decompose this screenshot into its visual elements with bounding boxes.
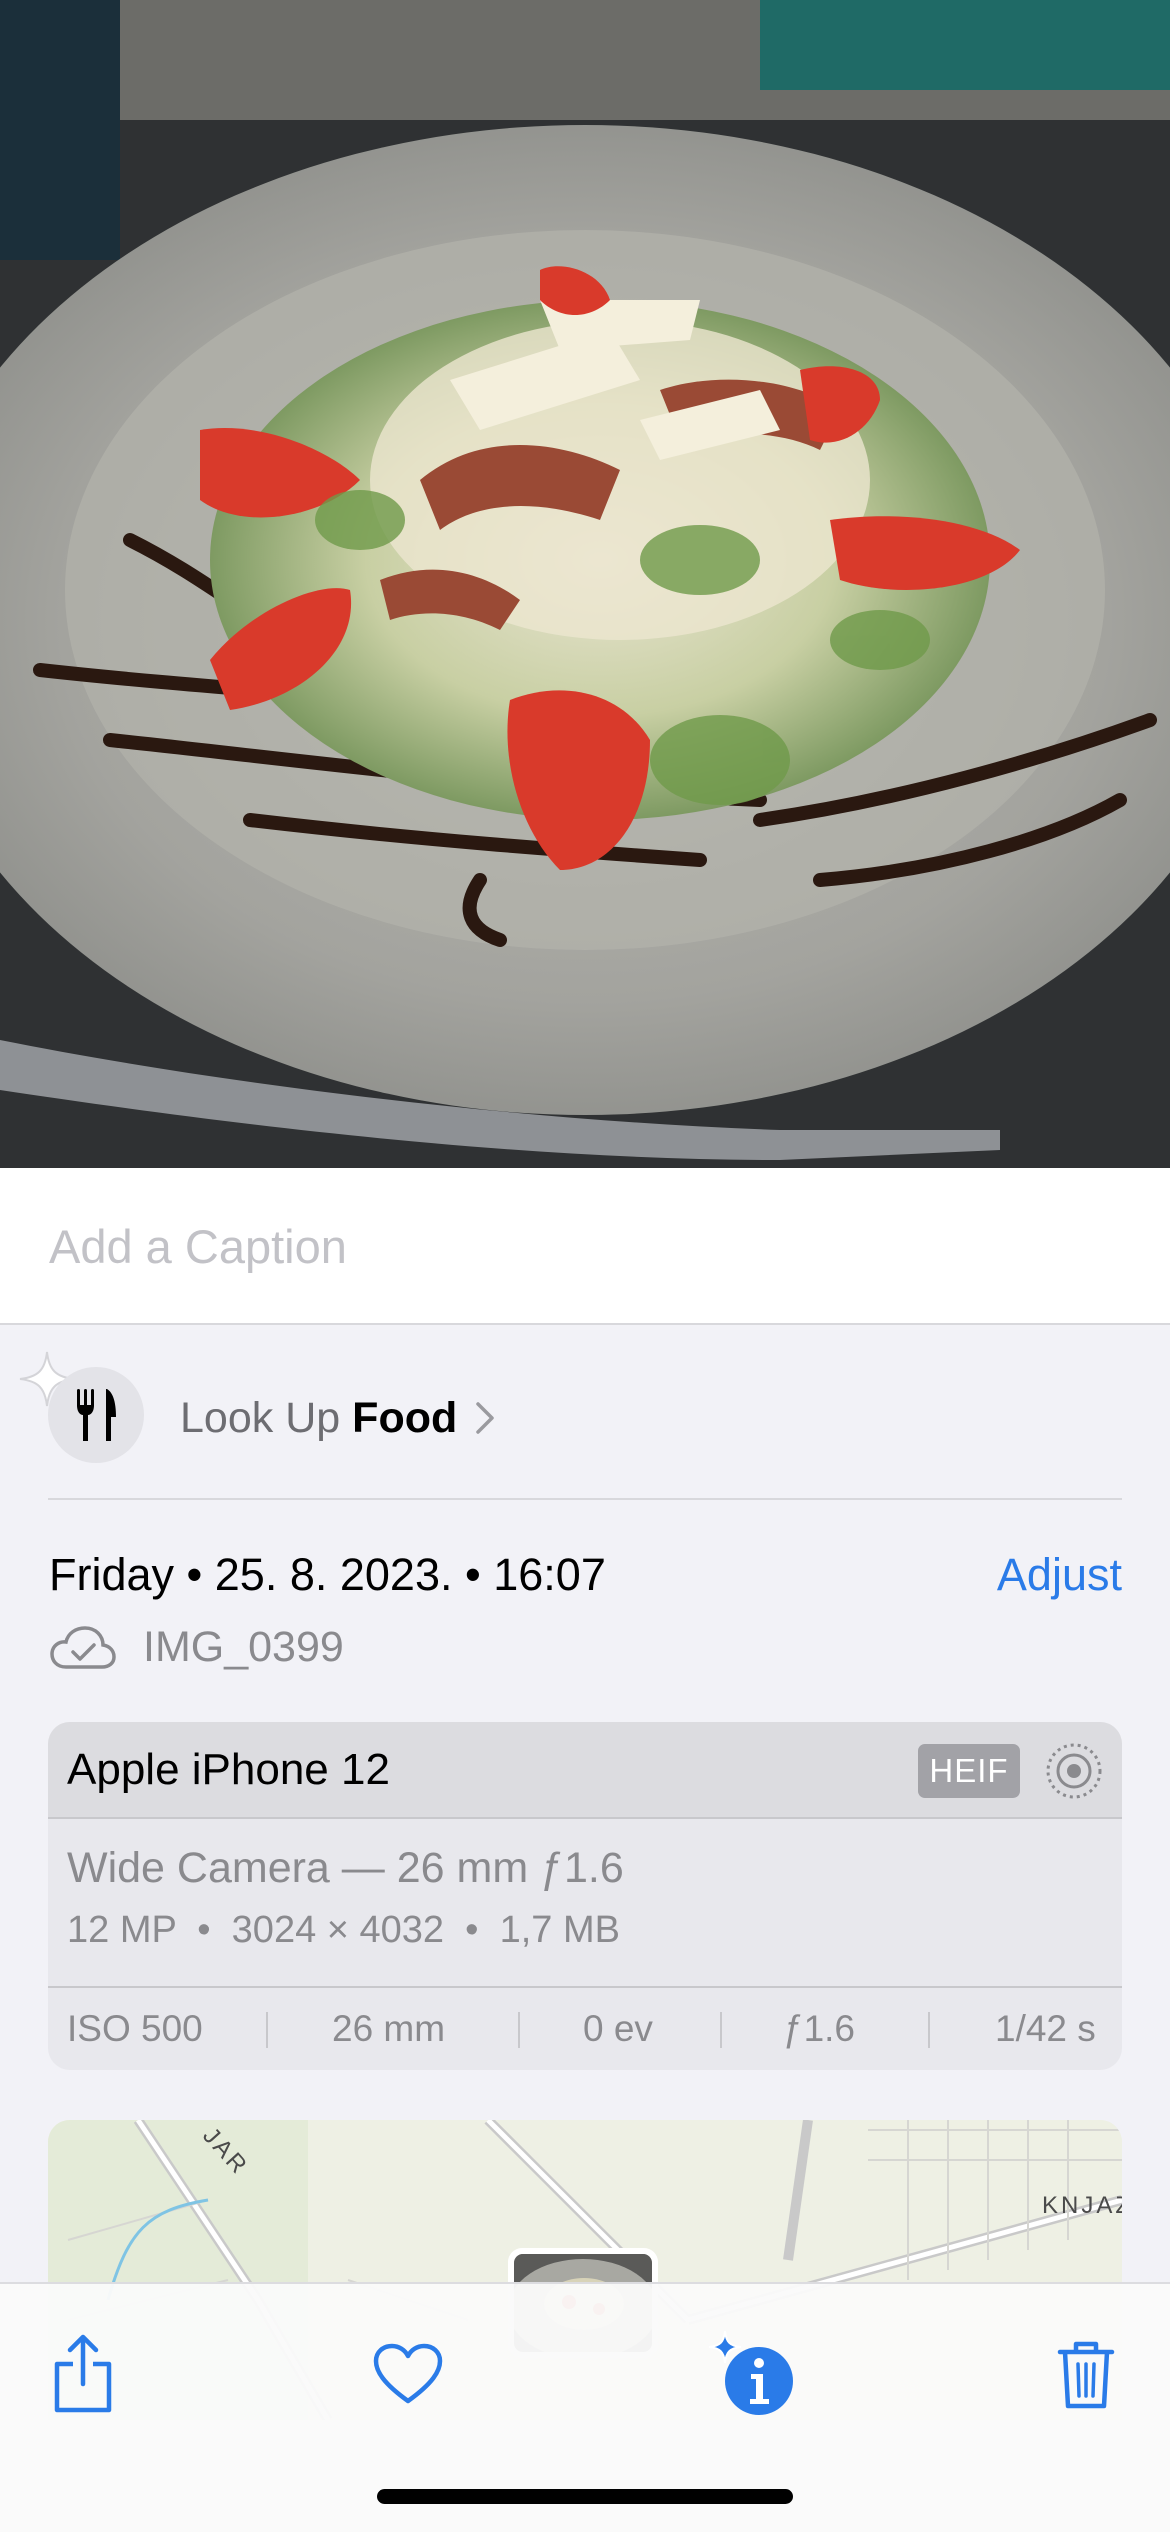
exif-separator: [266, 2012, 268, 2048]
share-button[interactable]: [33, 2324, 133, 2424]
exif-focal-length: 26 mm: [332, 2008, 446, 2049]
exif-row: ISO 500 26 mm 0 ev ƒ1.6 1/42 s: [48, 1988, 1122, 2070]
info-sparkle-icon: [708, 2330, 793, 2415]
map-label-district: KNJAZ: [1042, 2192, 1122, 2219]
exif-exposure: 0 ev: [583, 2008, 653, 2049]
exif-shutter-speed: 1/42 s: [995, 2008, 1096, 2049]
caption-area: [0, 1168, 1170, 1325]
home-indicator[interactable]: [377, 2489, 793, 2504]
camera-lens: Wide Camera — 26 mm ƒ1.6: [67, 1844, 624, 1892]
divider: [48, 1498, 1122, 1500]
info-button[interactable]: [700, 2324, 810, 2424]
format-badge: HEIF: [918, 1744, 1020, 1798]
favorite-button[interactable]: [358, 2324, 458, 2424]
device-info-card: Apple iPhone 12 HEIF Wide Camera — 26 mm…: [48, 1722, 1122, 2070]
image-specs: 12 MP • 3024 × 4032 • 1,7 MB: [67, 1909, 620, 1951]
chevron-right-icon: [476, 1402, 494, 1434]
delete-button[interactable]: [1036, 2324, 1136, 2424]
photo-date: Friday • 25. 8. 2023. • 16:07: [49, 1549, 606, 1600]
caption-input[interactable]: [49, 1214, 1119, 1278]
exif-separator: [720, 2012, 722, 2048]
lookup-icon-circle[interactable]: [48, 1367, 144, 1463]
exif-iso: ISO 500: [67, 2008, 203, 2049]
exif-separator: [518, 2012, 520, 2048]
device-name: Apple iPhone 12: [67, 1745, 390, 1794]
exif-aperture: ƒ1.6: [783, 2008, 856, 2049]
adjust-button[interactable]: Adjust: [997, 1545, 1122, 1605]
icloud-icon: [50, 1626, 116, 1669]
filename: IMG_0399: [143, 1623, 344, 1671]
share-icon: [54, 2334, 112, 2413]
heart-icon: [373, 2343, 443, 2404]
fork-knife-icon: [77, 1389, 116, 1441]
lookup-link[interactable]: Look Up Food: [180, 1388, 495, 1448]
live-photo-icon[interactable]: [1045, 1742, 1103, 1800]
lookup-prefix: Look Up: [180, 1394, 341, 1442]
salad-photo: [0, 0, 1170, 1168]
trash-icon: [1057, 2341, 1115, 2409]
photo[interactable]: [0, 0, 1170, 1168]
exif-separator: [928, 2012, 930, 2048]
lookup-subject: Food: [352, 1394, 458, 1442]
device-card-header: Apple iPhone 12 HEIF: [48, 1722, 1122, 1819]
